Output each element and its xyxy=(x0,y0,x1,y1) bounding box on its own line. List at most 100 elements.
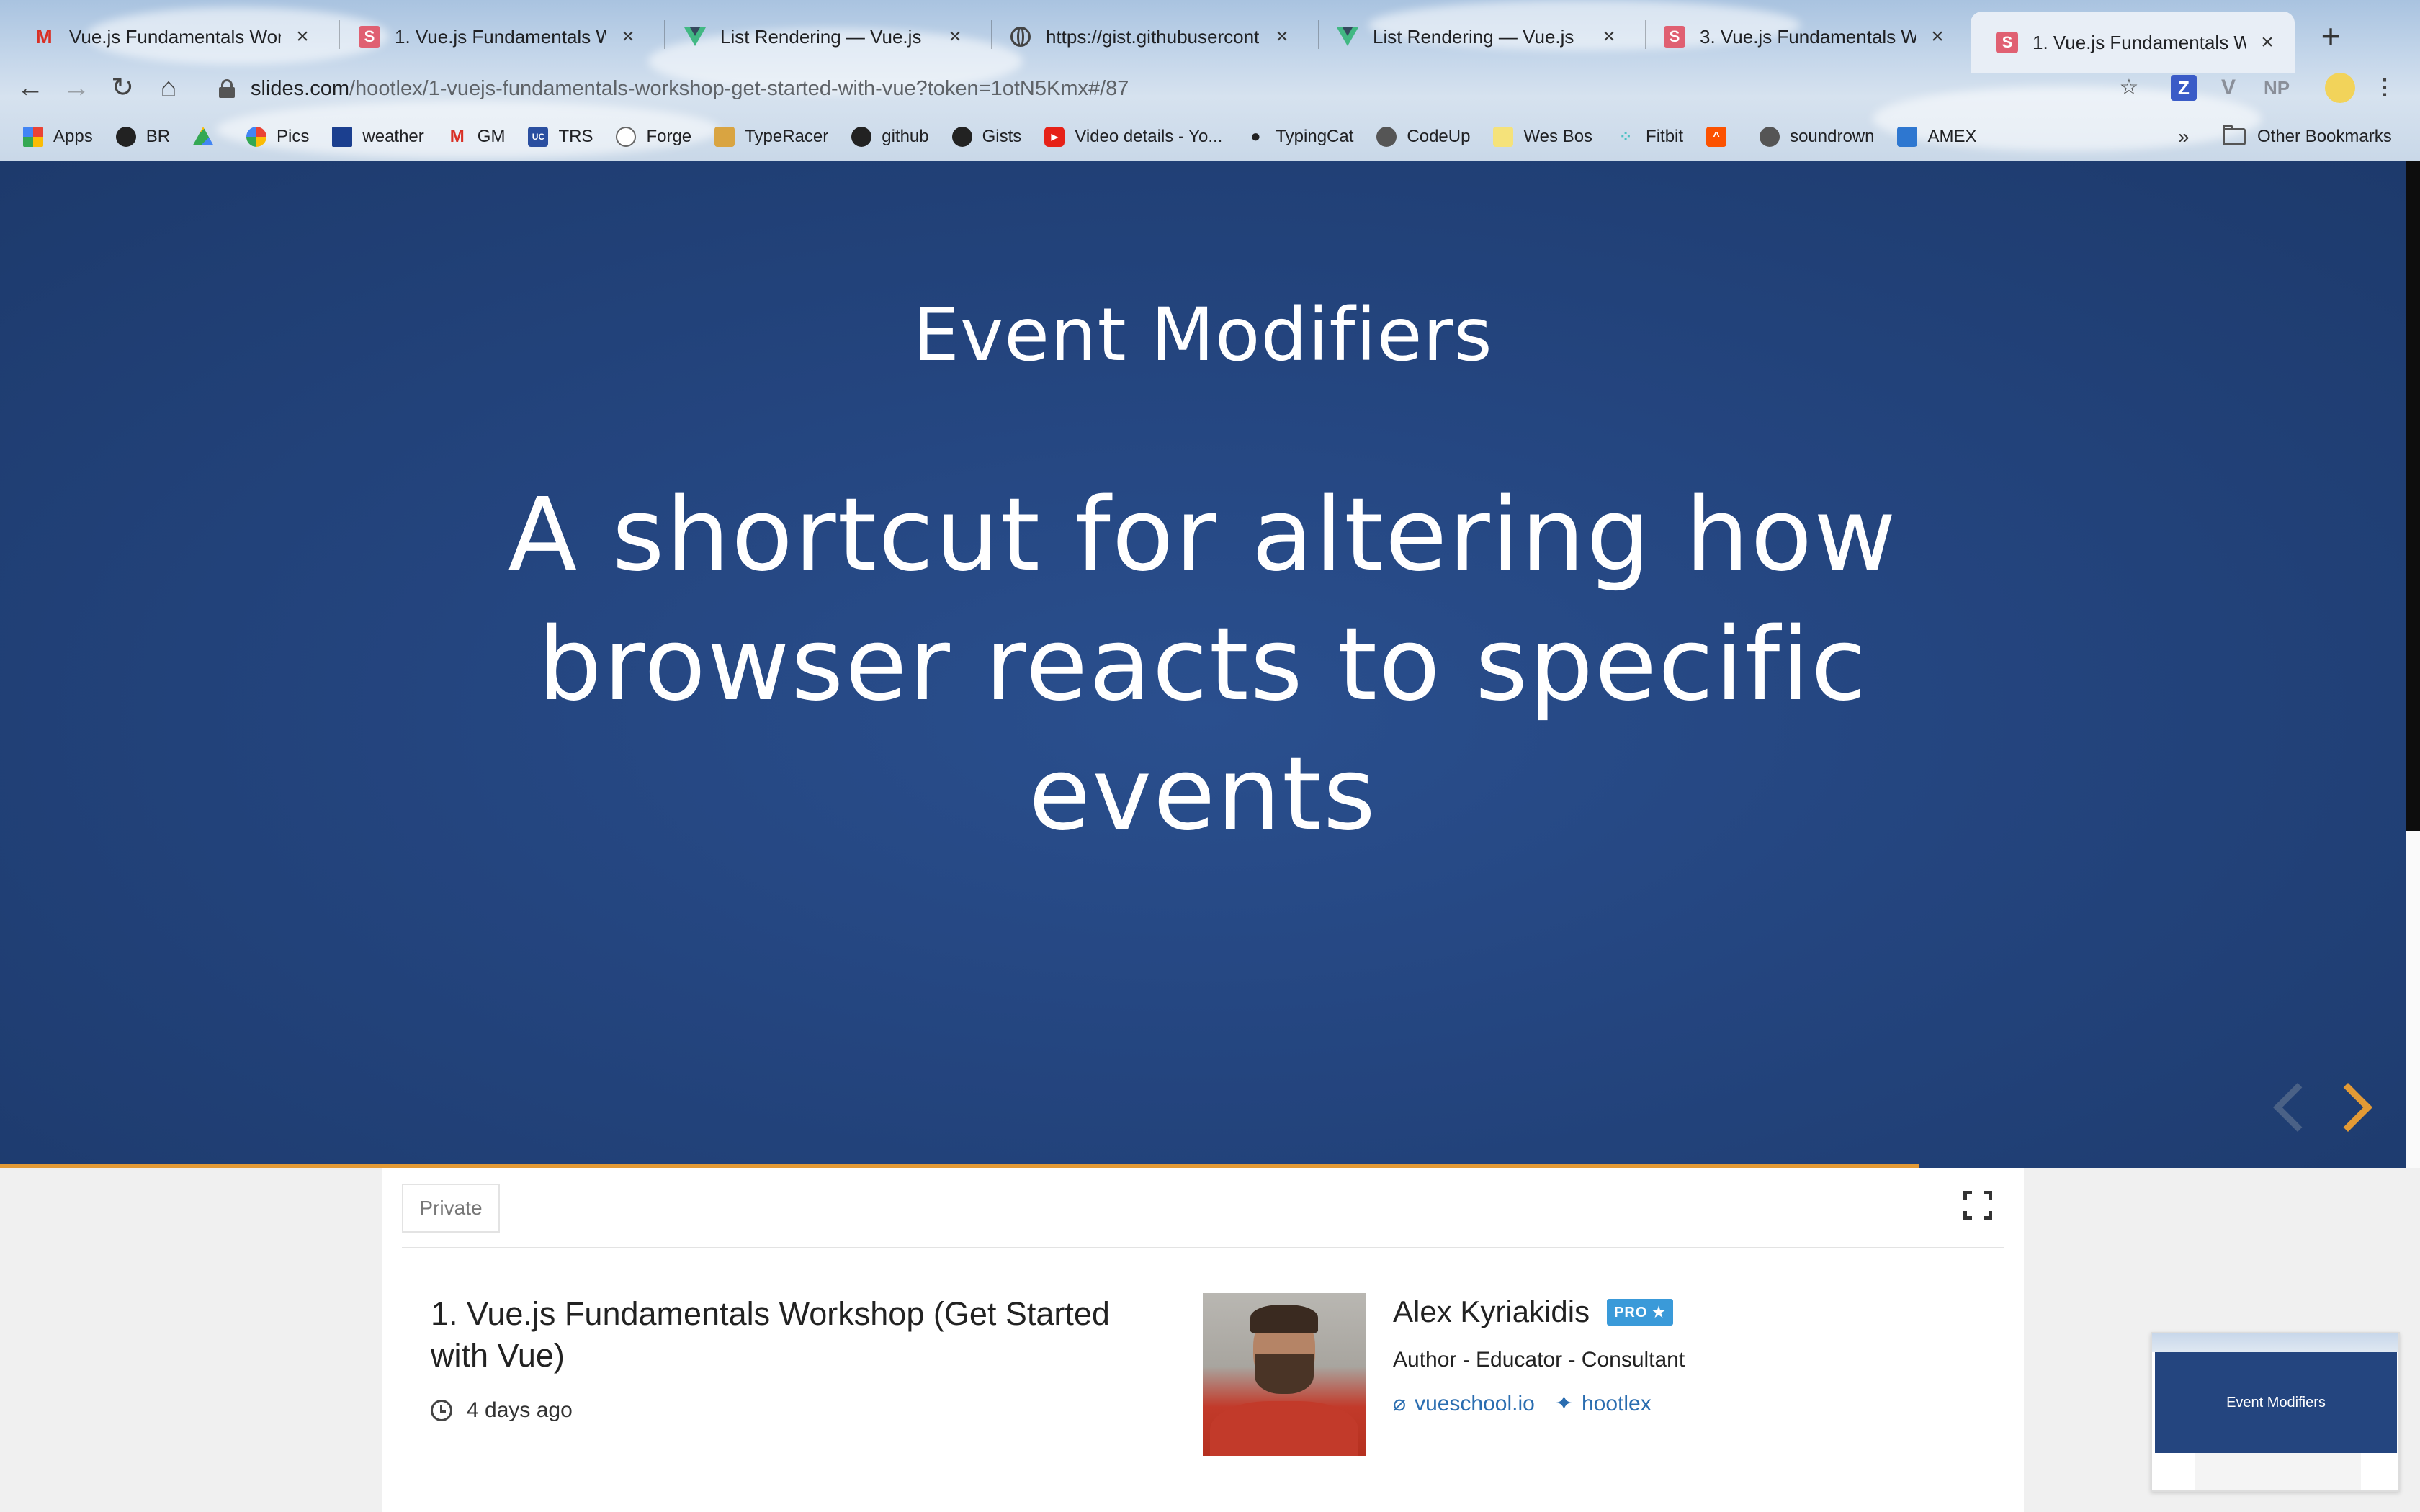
tab-title: List Rendering — Vue.js xyxy=(720,25,922,48)
tab-3[interactable]: List Rendering — Vue.js × xyxy=(658,10,982,63)
website-link[interactable]: ⌀ vueschool.io xyxy=(1393,1391,1535,1416)
bookmark-label: Video details - Yo... xyxy=(1075,127,1223,146)
address-bar[interactable]: slides.com/hootlex/1-vuejs-fundamentals-… xyxy=(203,69,2148,108)
kebab-menu-icon[interactable]: ⋮ xyxy=(2374,72,2396,104)
tab-2[interactable]: S 1. Vue.js Fundamentals Work × xyxy=(333,10,655,63)
github-icon xyxy=(951,127,972,147)
bookmark-label: TRS xyxy=(558,127,593,146)
close-icon[interactable]: × xyxy=(1599,24,1619,49)
forward-icon[interactable]: → xyxy=(56,68,97,108)
deck-title: 1. Vue.js Fundamentals Workshop (Get Sta… xyxy=(431,1295,1110,1374)
chevron-left-icon xyxy=(2273,1083,2322,1132)
bookmark-typeracer[interactable]: TypeRacer xyxy=(714,127,828,147)
zoom-extension-icon[interactable]: Z xyxy=(2171,75,2197,101)
tab-4[interactable]: https://gist.githubuserconte × xyxy=(984,10,1309,63)
deck-date: 4 days ago xyxy=(431,1398,573,1423)
google-drive-icon xyxy=(193,127,214,145)
bookmark-trs[interactable]: UC TRS xyxy=(528,127,593,147)
bookmark-video-details[interactable]: ▶ Video details - Yo... xyxy=(1044,127,1222,147)
close-icon[interactable]: × xyxy=(618,24,638,49)
slides-icon: S xyxy=(1664,26,1685,48)
bookmark-strava[interactable]: ^ xyxy=(1706,127,1736,147)
author-links: ⌀ vueschool.io ✦ hootlex xyxy=(1393,1391,1672,1416)
close-icon[interactable]: × xyxy=(1927,24,1948,49)
github-icon xyxy=(851,127,872,147)
link-icon: ⌀ xyxy=(1393,1392,1407,1416)
slide-scrollbar[interactable] xyxy=(2406,161,2420,1168)
twitter-link[interactable]: ✦ hootlex xyxy=(1555,1391,1652,1416)
globe-icon xyxy=(1760,127,1780,147)
scrollbar-thumb[interactable] xyxy=(2406,831,2420,1168)
other-bookmarks-button[interactable]: Other Bookmarks xyxy=(2223,118,2392,156)
bookmark-apps[interactable]: Apps xyxy=(23,127,93,147)
url-path: /hootlex/1-vuejs-fundamentals-workshop-g… xyxy=(349,76,1129,100)
np-extension-icon[interactable]: NP xyxy=(2259,72,2295,104)
bookmark-github[interactable]: github xyxy=(851,127,929,147)
vue-icon xyxy=(684,26,706,48)
bookmark-label: weather xyxy=(362,127,424,146)
tab-title: List Rendering — Vue.js xyxy=(1373,25,1574,48)
bookmark-gm[interactable]: M GM xyxy=(447,127,506,147)
lock-icon[interactable] xyxy=(219,79,235,98)
new-tab-button[interactable]: + xyxy=(2311,17,2351,58)
close-icon[interactable]: × xyxy=(945,24,965,49)
tab-5[interactable]: List Rendering — Vue.js × xyxy=(1311,10,1636,63)
home-icon[interactable]: ⌂ xyxy=(148,68,189,108)
bookmark-weather[interactable]: weather xyxy=(332,127,424,147)
reload-icon[interactable]: ↻ xyxy=(102,68,143,108)
presentation-slide[interactable]: Event Modifiers A shortcut for altering … xyxy=(0,161,2406,1168)
deck-info-section: Private 1. Vue.js Fundamentals Workshop … xyxy=(0,1168,2420,1512)
bookmark-label: BR xyxy=(145,127,171,146)
bookmark-label: Wes Bos xyxy=(1523,127,1593,146)
globe-icon xyxy=(1376,127,1397,147)
author-name[interactable]: Alex Kyriakidis xyxy=(1393,1295,1590,1329)
paw-icon: ● xyxy=(1250,127,1261,146)
bookmark-typingcat[interactable]: ● TypingCat xyxy=(1245,127,1353,147)
photos-icon xyxy=(246,127,267,147)
typeracer-icon xyxy=(714,127,735,147)
bookmark-gists[interactable]: Gists xyxy=(951,127,1021,147)
youtube-icon: ▶ xyxy=(1044,127,1065,147)
bookmark-label: soundrown xyxy=(1790,127,1875,146)
vue-devtools-extension-icon[interactable]: V xyxy=(2215,72,2241,104)
tab-title: 1. Vue.js Fundamentals Work xyxy=(2033,31,2246,53)
bookmark-drive[interactable] xyxy=(193,127,223,147)
close-icon[interactable]: × xyxy=(2257,30,2277,55)
privacy-badge[interactable]: Private xyxy=(402,1184,500,1233)
crown-icon xyxy=(1493,127,1514,147)
next-slide-button[interactable] xyxy=(2323,1077,2381,1142)
close-icon[interactable]: × xyxy=(1272,24,1292,49)
bookmark-label: Apps xyxy=(53,127,93,146)
gmail-icon: M xyxy=(449,127,465,146)
bookmark-fitbit[interactable]: ⁘ Fitbit xyxy=(1615,127,1683,147)
author-role: Author - Educator - Consultant xyxy=(1393,1348,1685,1372)
tab-6[interactable]: S 3. Vue.js Fundamentals Work × xyxy=(1638,10,1965,63)
author-avatar[interactable] xyxy=(1203,1293,1366,1456)
bookmark-pics[interactable]: Pics xyxy=(246,127,309,147)
url-host: slides.com xyxy=(251,76,349,100)
previous-slide-button[interactable] xyxy=(2254,1077,2322,1142)
bookmark-wes-bos[interactable]: Wes Bos xyxy=(1493,127,1592,147)
chevron-right-icon xyxy=(2323,1083,2372,1132)
back-icon[interactable]: ← xyxy=(10,68,50,108)
bookmark-amex[interactable]: AMEX xyxy=(1897,127,1977,147)
bookmarks-overflow-button[interactable]: » xyxy=(2178,118,2190,156)
trs-icon: UC xyxy=(528,127,549,147)
mini-preview-thumbnail[interactable]: Event Modifiers xyxy=(2151,1332,2400,1492)
tab-1[interactable]: M Vue.js Fundamentals Worksh × xyxy=(7,10,330,63)
bookmark-forge[interactable]: Forge xyxy=(616,127,691,147)
bookmark-soundrown[interactable]: soundrown xyxy=(1760,127,1874,147)
bookmark-label: GM xyxy=(477,127,506,146)
bookmark-label: Forge xyxy=(646,127,692,146)
twitter-text: hootlex xyxy=(1581,1391,1652,1416)
gmail-icon: M xyxy=(35,25,53,48)
close-icon[interactable]: × xyxy=(292,24,313,49)
tab-title: https://gist.githubuserconte xyxy=(1046,25,1260,48)
bookmark-codeup[interactable]: CodeUp xyxy=(1376,127,1470,147)
profile-avatar[interactable] xyxy=(2325,73,2355,103)
bookmark-br[interactable]: BR xyxy=(115,127,171,147)
slides-icon: S xyxy=(359,26,380,48)
bookmark-label: Fitbit xyxy=(1646,127,1684,146)
fullscreen-icon[interactable] xyxy=(1963,1191,1992,1220)
star-bookmark-icon[interactable]: ☆ xyxy=(2113,72,2145,104)
